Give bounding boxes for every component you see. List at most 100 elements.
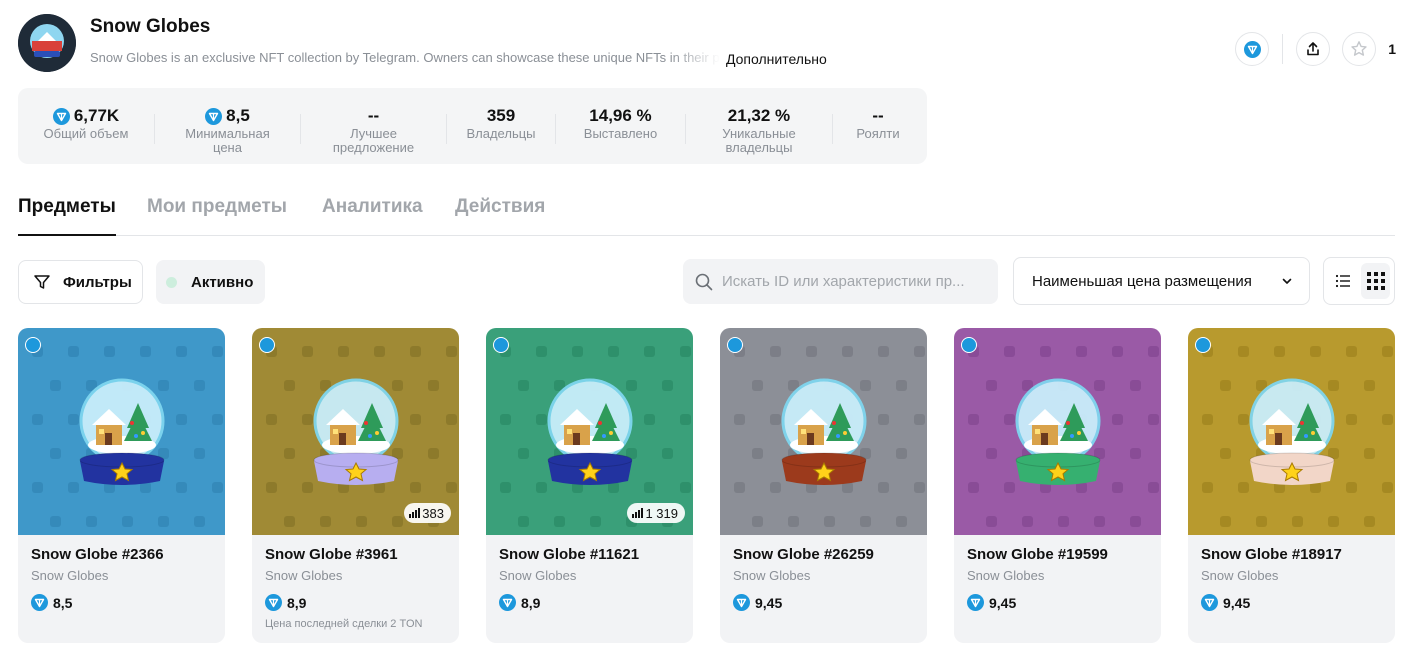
stat-label: Лучшее предложение — [332, 126, 415, 155]
stat-label: Выставлено — [583, 126, 658, 141]
sales-count: 383 — [422, 505, 444, 521]
nft-name: Snow Globe #19599 — [967, 546, 1108, 563]
price-value: 8,9 — [287, 594, 307, 611]
price-value: 9,45 — [989, 594, 1017, 611]
nft-image[interactable] — [18, 328, 225, 535]
nft-price: 8,5 — [31, 594, 72, 611]
nft-price: 9,45 — [1201, 594, 1250, 611]
nft-price: 8,9 — [265, 594, 306, 611]
more-link[interactable]: Дополнительно — [726, 51, 827, 67]
stat-value-text: 6,77K — [73, 106, 120, 125]
nft-name: Snow Globe #3961 — [265, 546, 398, 563]
nft-name: Snow Globe #18917 — [1201, 546, 1342, 563]
sales-count-badge: 383 — [404, 503, 451, 523]
nft-name: Snow Globe #2366 — [31, 546, 164, 563]
nft-card[interactable]: 383 Snow Globe #3961 Snow Globes 8,9 Цена по… — [252, 328, 459, 643]
stat-item: 6,77K Общий объем — [18, 106, 154, 141]
nft-collection: Snow Globes — [265, 568, 343, 583]
ton-icon — [1243, 40, 1261, 58]
stat-value: 21,32 % — [686, 106, 832, 126]
nft-collection: Snow Globes — [733, 568, 811, 583]
nft-image[interactable]: 1 319 — [486, 328, 693, 535]
ton-icon — [1201, 594, 1218, 611]
verified-icon — [961, 337, 977, 353]
price-value: 9,45 — [1223, 594, 1251, 611]
ton-button[interactable] — [1235, 32, 1270, 66]
ton-icon — [52, 107, 70, 125]
tab-activity[interactable]: Действия — [455, 196, 545, 235]
verified-icon — [25, 337, 41, 353]
stats-panel: 6,77K Общий объем 8,5 Минимальная цена -- Луч… — [18, 88, 927, 164]
stat-value: 359 — [447, 106, 555, 126]
stat-label: Владельцы — [466, 126, 536, 141]
view-toggle — [1323, 257, 1395, 305]
stat-value-text: 21,32 % — [727, 106, 791, 125]
nft-image[interactable] — [954, 328, 1161, 535]
collection-header: Snow Globes Snow Globes is an exclusive … — [18, 12, 1398, 76]
favorites-count: 1 — [1388, 41, 1396, 57]
nft-price: 8,9 — [499, 594, 540, 611]
search-icon — [695, 273, 713, 290]
nft-collection: Snow Globes — [499, 568, 577, 583]
nft-card[interactable]: Snow Globe #26259 Snow Globes 9,45 — [720, 328, 927, 643]
verified-icon — [259, 337, 275, 353]
stat-label: Уникальные владельцы — [722, 126, 796, 155]
nft-image[interactable] — [720, 328, 927, 535]
nft-collection: Snow Globes — [967, 568, 1045, 583]
nft-card[interactable]: Snow Globe #19599 Snow Globes 9,45 — [954, 328, 1161, 643]
verified-icon — [493, 337, 509, 353]
stat-label: Роялти — [856, 126, 900, 141]
tab-my-items[interactable]: Мои предметы — [147, 196, 287, 235]
price-value: 8,5 — [53, 594, 73, 611]
nft-card[interactable]: Snow Globe #2366 Snow Globes 8,5 — [18, 328, 225, 643]
bar-chart-icon — [632, 508, 644, 518]
list-view-button[interactable] — [1328, 263, 1357, 299]
collection-avatar[interactable] — [18, 14, 76, 72]
chevron-down-icon — [1282, 278, 1292, 284]
verified-icon — [1195, 337, 1211, 353]
ton-icon — [265, 594, 282, 611]
stat-value: 6,77K — [18, 106, 154, 126]
nft-card[interactable]: 1 319 Snow Globe #11621 Snow Globes 8,9 — [486, 328, 693, 643]
tab-items[interactable]: Предметы — [18, 196, 116, 236]
grid-icon — [1366, 272, 1385, 290]
share-button[interactable] — [1296, 32, 1331, 66]
stat-item: -- Лучшее предложение — [301, 106, 446, 155]
nft-price: 9,45 — [733, 594, 782, 611]
stat-value: 8,5 — [155, 106, 300, 126]
stat-label: Общий объем — [43, 126, 129, 141]
stat-value: -- — [833, 106, 923, 126]
divider — [1282, 34, 1284, 64]
price-value: 8,9 — [521, 594, 541, 611]
stat-value-text: 8,5 — [226, 106, 250, 125]
stat-value-text: -- — [872, 106, 884, 125]
nft-name: Snow Globe #11621 — [499, 546, 640, 563]
stat-value-text: -- — [367, 106, 380, 125]
active-status-chip[interactable]: Активно — [156, 260, 265, 304]
last-sale-price: Цена последней сделки 2 TON — [265, 618, 423, 630]
search-box — [683, 259, 998, 304]
grid-view-button[interactable] — [1361, 263, 1390, 299]
filter-icon — [34, 275, 50, 289]
filters-button[interactable]: Фильтры — [18, 260, 143, 304]
search-input[interactable] — [722, 273, 992, 290]
nft-name: Snow Globe #26259 — [733, 546, 874, 563]
stat-item: 8,5 Минимальная цена — [155, 106, 300, 155]
collection-description: Snow Globes is an exclusive NFT collecti… — [90, 50, 720, 65]
tab-analytics[interactable]: Аналитика — [322, 196, 423, 235]
share-icon — [1307, 42, 1320, 56]
nft-card[interactable]: Snow Globe #18917 Snow Globes 9,45 — [1188, 328, 1395, 643]
star-icon — [1351, 41, 1367, 56]
ton-icon — [967, 594, 984, 611]
nft-image[interactable] — [1188, 328, 1395, 535]
sort-label: Наименьшая цена размещения — [1032, 272, 1252, 290]
nft-price: 9,45 — [967, 594, 1016, 611]
ton-icon — [31, 594, 48, 611]
nft-collection: Snow Globes — [1201, 568, 1279, 583]
sort-select[interactable]: Наименьшая цена размещения — [1013, 257, 1310, 305]
header-actions: 1 — [1235, 32, 1398, 66]
stat-item: 14,96 % Выставлено — [556, 106, 685, 141]
favorite-button[interactable] — [1342, 32, 1377, 66]
nft-image[interactable]: 383 — [252, 328, 459, 535]
stat-value-text: 14,96 % — [589, 106, 652, 125]
